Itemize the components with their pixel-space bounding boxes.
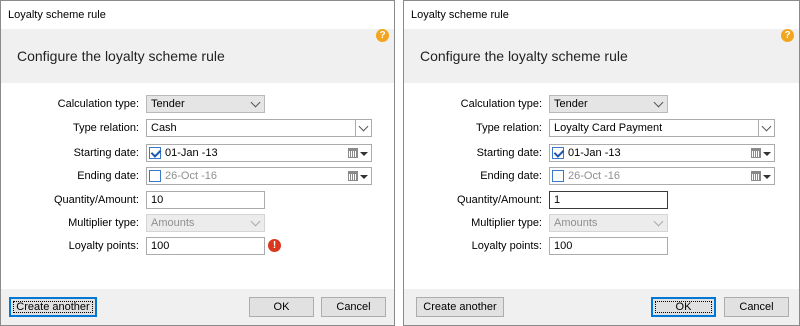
ending-date-label: Ending date: <box>77 170 139 182</box>
loyalty-points-label: Loyalty points: <box>471 240 542 252</box>
ending-date-checkbox[interactable] <box>149 170 161 182</box>
help-icon[interactable]: ? <box>781 29 794 42</box>
ok-button[interactable]: OK <box>249 297 314 317</box>
starting-date-checkbox[interactable] <box>149 147 162 159</box>
calendar-icon[interactable] <box>751 171 761 181</box>
cancel-button[interactable]: Cancel <box>724 297 789 317</box>
window-title: Loyalty scheme rule <box>8 9 106 21</box>
multiplier-type-dropdown: Amounts <box>146 214 265 232</box>
ending-date-checkbox[interactable] <box>552 170 564 182</box>
checkmark-icon <box>553 147 565 158</box>
calculation-type-dropdown[interactable]: Tender <box>549 95 668 113</box>
title-bar: Loyalty scheme rule <box>1 1 394 29</box>
quantity-amount-input[interactable]: 1 <box>549 191 668 209</box>
type-relation-value: Loyalty Card Payment <box>554 122 663 134</box>
calculation-type-row: Calculation type: Tender <box>404 95 799 113</box>
help-icon[interactable]: ? <box>376 29 389 42</box>
chevron-down-icon <box>358 121 369 132</box>
calculation-type-value: Tender <box>554 98 588 110</box>
chevron-down-icon <box>250 216 261 227</box>
quantity-amount-value: 10 <box>151 194 164 206</box>
loyalty-points-value: 100 <box>554 240 573 252</box>
type-relation-value: Cash <box>151 122 177 134</box>
calendar-icon[interactable] <box>348 171 358 181</box>
loyalty-points-row: Loyalty points: 100 ! <box>1 237 394 255</box>
chevron-down-icon <box>761 121 772 132</box>
ok-button[interactable]: OK <box>651 297 716 317</box>
calculation-type-dropdown[interactable]: Tender <box>146 95 265 113</box>
loyalty-points-input[interactable]: 100 <box>146 237 265 255</box>
multiplier-type-label: Multiplier type: <box>471 217 542 229</box>
footer: Create another OK Cancel <box>404 289 799 325</box>
ending-date-picker[interactable]: 26-Oct -16 <box>146 167 372 185</box>
dropdown-button[interactable] <box>355 120 371 136</box>
ending-date-picker[interactable]: 26-Oct -16 <box>549 167 775 185</box>
type-relation-row: Type relation: Cash <box>1 119 394 137</box>
multiplier-type-row: Multiplier type: Amounts <box>404 214 799 232</box>
type-relation-row: Type relation: Loyalty Card Payment <box>404 119 799 137</box>
multiplier-type-row: Multiplier type: Amounts <box>1 214 394 232</box>
calculation-type-value: Tender <box>151 98 185 110</box>
loyalty-points-row: Loyalty points: 100 <box>404 237 799 255</box>
starting-date-row: Starting date: 01-Jan -13 <box>404 144 799 162</box>
ending-date-value: 26-Oct -16 <box>165 170 217 182</box>
footer: Create another OK Cancel <box>1 289 394 325</box>
dropdown-arrow-icon[interactable] <box>360 152 368 156</box>
calculation-type-label: Calculation type: <box>460 98 542 110</box>
chevron-down-icon <box>250 97 261 108</box>
multiplier-type-value: Amounts <box>554 217 598 229</box>
calendar-icon[interactable] <box>751 148 761 158</box>
loyalty-points-value: 100 <box>151 240 170 252</box>
calculation-type-row: Calculation type: Tender <box>1 95 394 113</box>
dropdown-arrow-icon[interactable] <box>763 152 771 156</box>
ending-date-row: Ending date: 26-Oct -16 <box>1 167 394 185</box>
quantity-amount-label: Quantity/Amount: <box>54 194 139 206</box>
ending-date-value: 26-Oct -16 <box>568 170 620 182</box>
ending-date-row: Ending date: 26-Oct -16 <box>404 167 799 185</box>
chevron-down-icon <box>653 97 664 108</box>
quantity-amount-label: Quantity/Amount: <box>457 194 542 206</box>
quantity-amount-row: Quantity/Amount: 1 <box>404 191 799 209</box>
create-another-button[interactable]: Create another <box>9 297 97 317</box>
window-title: Loyalty scheme rule <box>411 9 509 21</box>
header-title: Configure the loyalty scheme rule <box>420 48 628 64</box>
multiplier-type-label: Multiplier type: <box>68 217 139 229</box>
header-title: Configure the loyalty scheme rule <box>17 48 225 64</box>
calculation-type-label: Calculation type: <box>57 98 139 110</box>
multiplier-type-value: Amounts <box>151 217 195 229</box>
dropdown-arrow-icon[interactable] <box>763 175 771 179</box>
starting-date-row: Starting date: 01-Jan -13 <box>1 144 394 162</box>
starting-date-label: Starting date: <box>73 147 139 159</box>
dropdown-arrow-icon[interactable] <box>360 175 368 179</box>
error-icon[interactable]: ! <box>268 239 281 252</box>
loyalty-rule-dialog-2: Loyalty scheme rule Configure the loyalt… <box>403 0 800 326</box>
quantity-amount-value: 1 <box>554 194 561 206</box>
calendar-icon[interactable] <box>348 148 358 158</box>
checkmark-icon <box>150 147 162 158</box>
type-relation-dropdown[interactable]: Loyalty Card Payment <box>549 119 775 137</box>
quantity-amount-row: Quantity/Amount: 10 <box>1 191 394 209</box>
loyalty-rule-dialog-1: Loyalty scheme rule Configure the loyalt… <box>0 0 395 326</box>
type-relation-dropdown[interactable]: Cash <box>146 119 372 137</box>
cancel-button[interactable]: Cancel <box>321 297 386 317</box>
chevron-down-icon <box>653 216 664 227</box>
starting-date-picker[interactable]: 01-Jan -13 <box>146 144 372 162</box>
dropdown-button[interactable] <box>758 120 774 136</box>
loyalty-points-input[interactable]: 100 <box>549 237 668 255</box>
create-another-button[interactable]: Create another <box>416 297 504 317</box>
ending-date-label: Ending date: <box>480 170 542 182</box>
starting-date-value: 01-Jan -13 <box>568 147 621 159</box>
starting-date-label: Starting date: <box>476 147 542 159</box>
starting-date-checkbox[interactable] <box>552 147 565 159</box>
starting-date-value: 01-Jan -13 <box>165 147 218 159</box>
loyalty-points-label: Loyalty points: <box>68 240 139 252</box>
multiplier-type-dropdown: Amounts <box>549 214 668 232</box>
starting-date-picker[interactable]: 01-Jan -13 <box>549 144 775 162</box>
type-relation-label: Type relation: <box>475 122 542 134</box>
type-relation-label: Type relation: <box>72 122 139 134</box>
quantity-amount-input[interactable]: 10 <box>146 191 265 209</box>
title-bar: Loyalty scheme rule <box>404 1 799 29</box>
